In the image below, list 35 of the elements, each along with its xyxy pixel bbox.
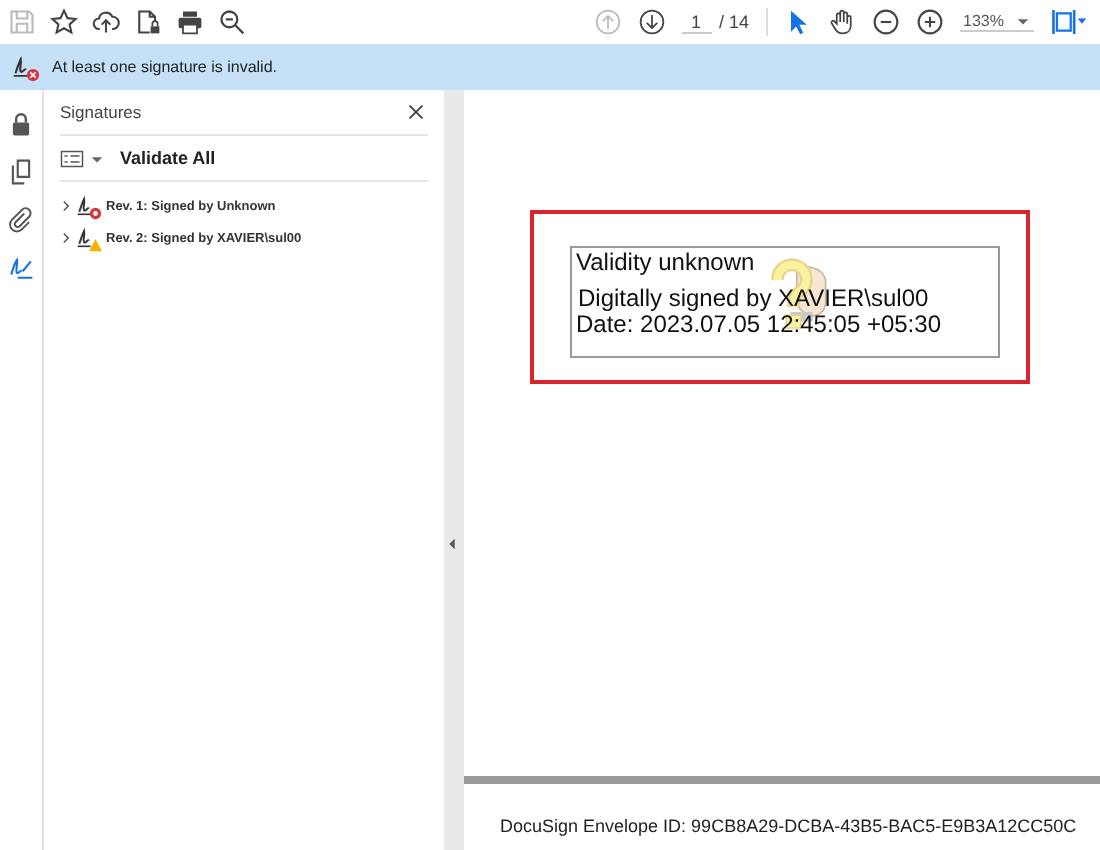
caret-icon[interactable] — [90, 151, 104, 165]
options-dropdown[interactable] — [60, 149, 104, 167]
envelope-id: DocuSign Envelope ID: 99CB8A29-DCBA-43B5-BAC5-E9B3A12CC50C — [500, 816, 1077, 836]
chevron-icon[interactable] — [60, 200, 72, 212]
signature-error-icon — [12, 53, 40, 81]
fit-page-icon[interactable] — [1050, 8, 1088, 36]
next-page-icon[interactable] — [637, 8, 665, 36]
signature-field-highlight[interactable]: Validity unknown Digitally signed by XAVIER\sul00 Date: 2023.07.05 12:45:05 +05:30 — [530, 210, 1030, 384]
paperclip-icon[interactable] — [8, 206, 34, 234]
zoom-out-icon[interactable] — [871, 8, 900, 36]
signature-date: Date: 2023.07.05 12:45:05 +05:30 — [576, 312, 943, 338]
zoom-dropdown[interactable]: 133% — [959, 12, 1034, 32]
star-icon[interactable] — [50, 8, 78, 36]
signature-pen-icon[interactable] — [8, 254, 34, 282]
caret-icon[interactable] — [1016, 14, 1030, 28]
search-icon[interactable] — [218, 8, 246, 36]
collapse-icon[interactable] — [448, 538, 456, 550]
validate-all-button[interactable]: Validate All — [120, 148, 216, 168]
zoom-in-icon[interactable] — [915, 8, 944, 36]
chevron-icon[interactable] — [60, 232, 72, 244]
pages-icon[interactable] — [8, 158, 34, 186]
file-lock-icon[interactable] — [134, 8, 162, 36]
signer-name: Digitally signed by XAVIER\sul00 — [576, 286, 931, 312]
signature-warning-icon — [76, 225, 102, 251]
panel-title: Signatures — [60, 102, 142, 122]
page-count: / 14 — [719, 12, 750, 32]
page-number-field[interactable]: 1 — [681, 11, 712, 33]
validity-status: Validity unknown — [576, 250, 757, 276]
hand-icon[interactable] — [827, 8, 856, 36]
banner-message: At least one signature is invalid. — [52, 58, 278, 76]
cloud-upload-icon[interactable] — [92, 8, 120, 36]
signature-error-icon — [76, 193, 102, 219]
lock-icon[interactable] — [8, 110, 34, 138]
print-icon[interactable] — [176, 8, 204, 36]
close-icon[interactable] — [408, 104, 424, 120]
